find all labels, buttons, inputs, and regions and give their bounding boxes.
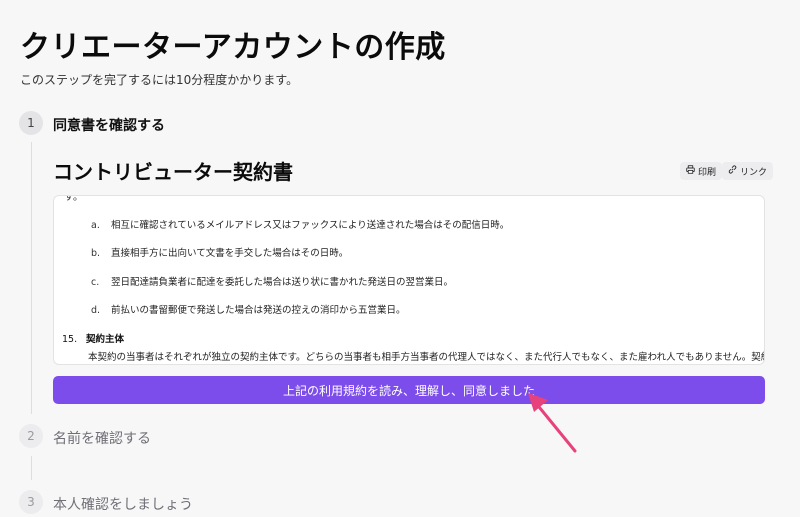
clause-text: 相互に確認されているメイルアドレス又はファックスにより送達された場合はその配信日… bbox=[111, 220, 510, 231]
clause-text: 直接相手方に出向いて文書を手交した場合はその日時。 bbox=[111, 248, 349, 259]
clause-marker: c. bbox=[91, 277, 100, 288]
contract-text-box[interactable]: す。 a. 相互に確認されているメイルアドレス又はファックスにより送達された場合は… bbox=[53, 195, 765, 365]
step-2-number: 2 bbox=[19, 424, 43, 448]
print-button[interactable]: 印刷 bbox=[680, 162, 723, 180]
step-1-label: 同意書を確認する bbox=[53, 118, 165, 134]
link-label: リンク bbox=[740, 167, 768, 178]
clause-c: c. 翌日配達請負業者に配達を委託した場合は送り状に書かれた発送日の翌営業日。 bbox=[91, 274, 453, 288]
step-2-label: 名前を確認する bbox=[53, 431, 151, 447]
clause-a: a. 相互に確認されているメイルアドレス又はファックスにより送達された場合はその配… bbox=[91, 217, 509, 231]
clause-text: 翌日配達請負業者に配達を委託した場合は送り状に書かれた発送日の翌営業日。 bbox=[111, 277, 454, 288]
step-3-label: 本人確認をしましょう bbox=[53, 497, 193, 513]
printer-icon bbox=[686, 165, 695, 177]
clause-marker: d. bbox=[91, 305, 101, 316]
clause-marker: a. bbox=[91, 220, 100, 231]
link-icon bbox=[728, 165, 737, 177]
timeline-line bbox=[31, 456, 32, 480]
clause-d: d. 前払いの書留郵便で発送した場合は発送の控えの消印から五営業日。 bbox=[91, 302, 406, 316]
section-heading: 15. 契約主体 bbox=[62, 331, 124, 345]
clause-marker: b. bbox=[91, 248, 101, 259]
link-button[interactable]: リンク bbox=[722, 162, 774, 180]
section-number: 15. bbox=[62, 334, 78, 345]
section-body: 本契約の当事者はそれぞれが独立の契約主体です。どちらの当事者も相手方当事者の代理… bbox=[88, 352, 765, 363]
cut-off-text: す。 bbox=[64, 195, 83, 203]
agree-button[interactable]: 上記の利用規約を読み、理解し、同意しました bbox=[53, 376, 765, 404]
clause-b: b. 直接相手方に出向いて文書を手交した場合はその日時。 bbox=[91, 245, 348, 259]
step-3-number: 3 bbox=[19, 490, 43, 514]
page-subtitle: このステップを完了するには10分程度かかります。 bbox=[20, 73, 299, 87]
print-label: 印刷 bbox=[698, 167, 717, 178]
contract-title: コントリビューター契約書 bbox=[53, 160, 293, 184]
page-title: クリエーターアカウントの作成 bbox=[20, 30, 446, 65]
section-title: 契約主体 bbox=[86, 334, 125, 345]
timeline-line bbox=[31, 142, 32, 414]
clause-text: 前払いの書留郵便で発送した場合は発送の控えの消印から五営業日。 bbox=[111, 305, 406, 316]
step-1-number: 1 bbox=[19, 111, 43, 135]
